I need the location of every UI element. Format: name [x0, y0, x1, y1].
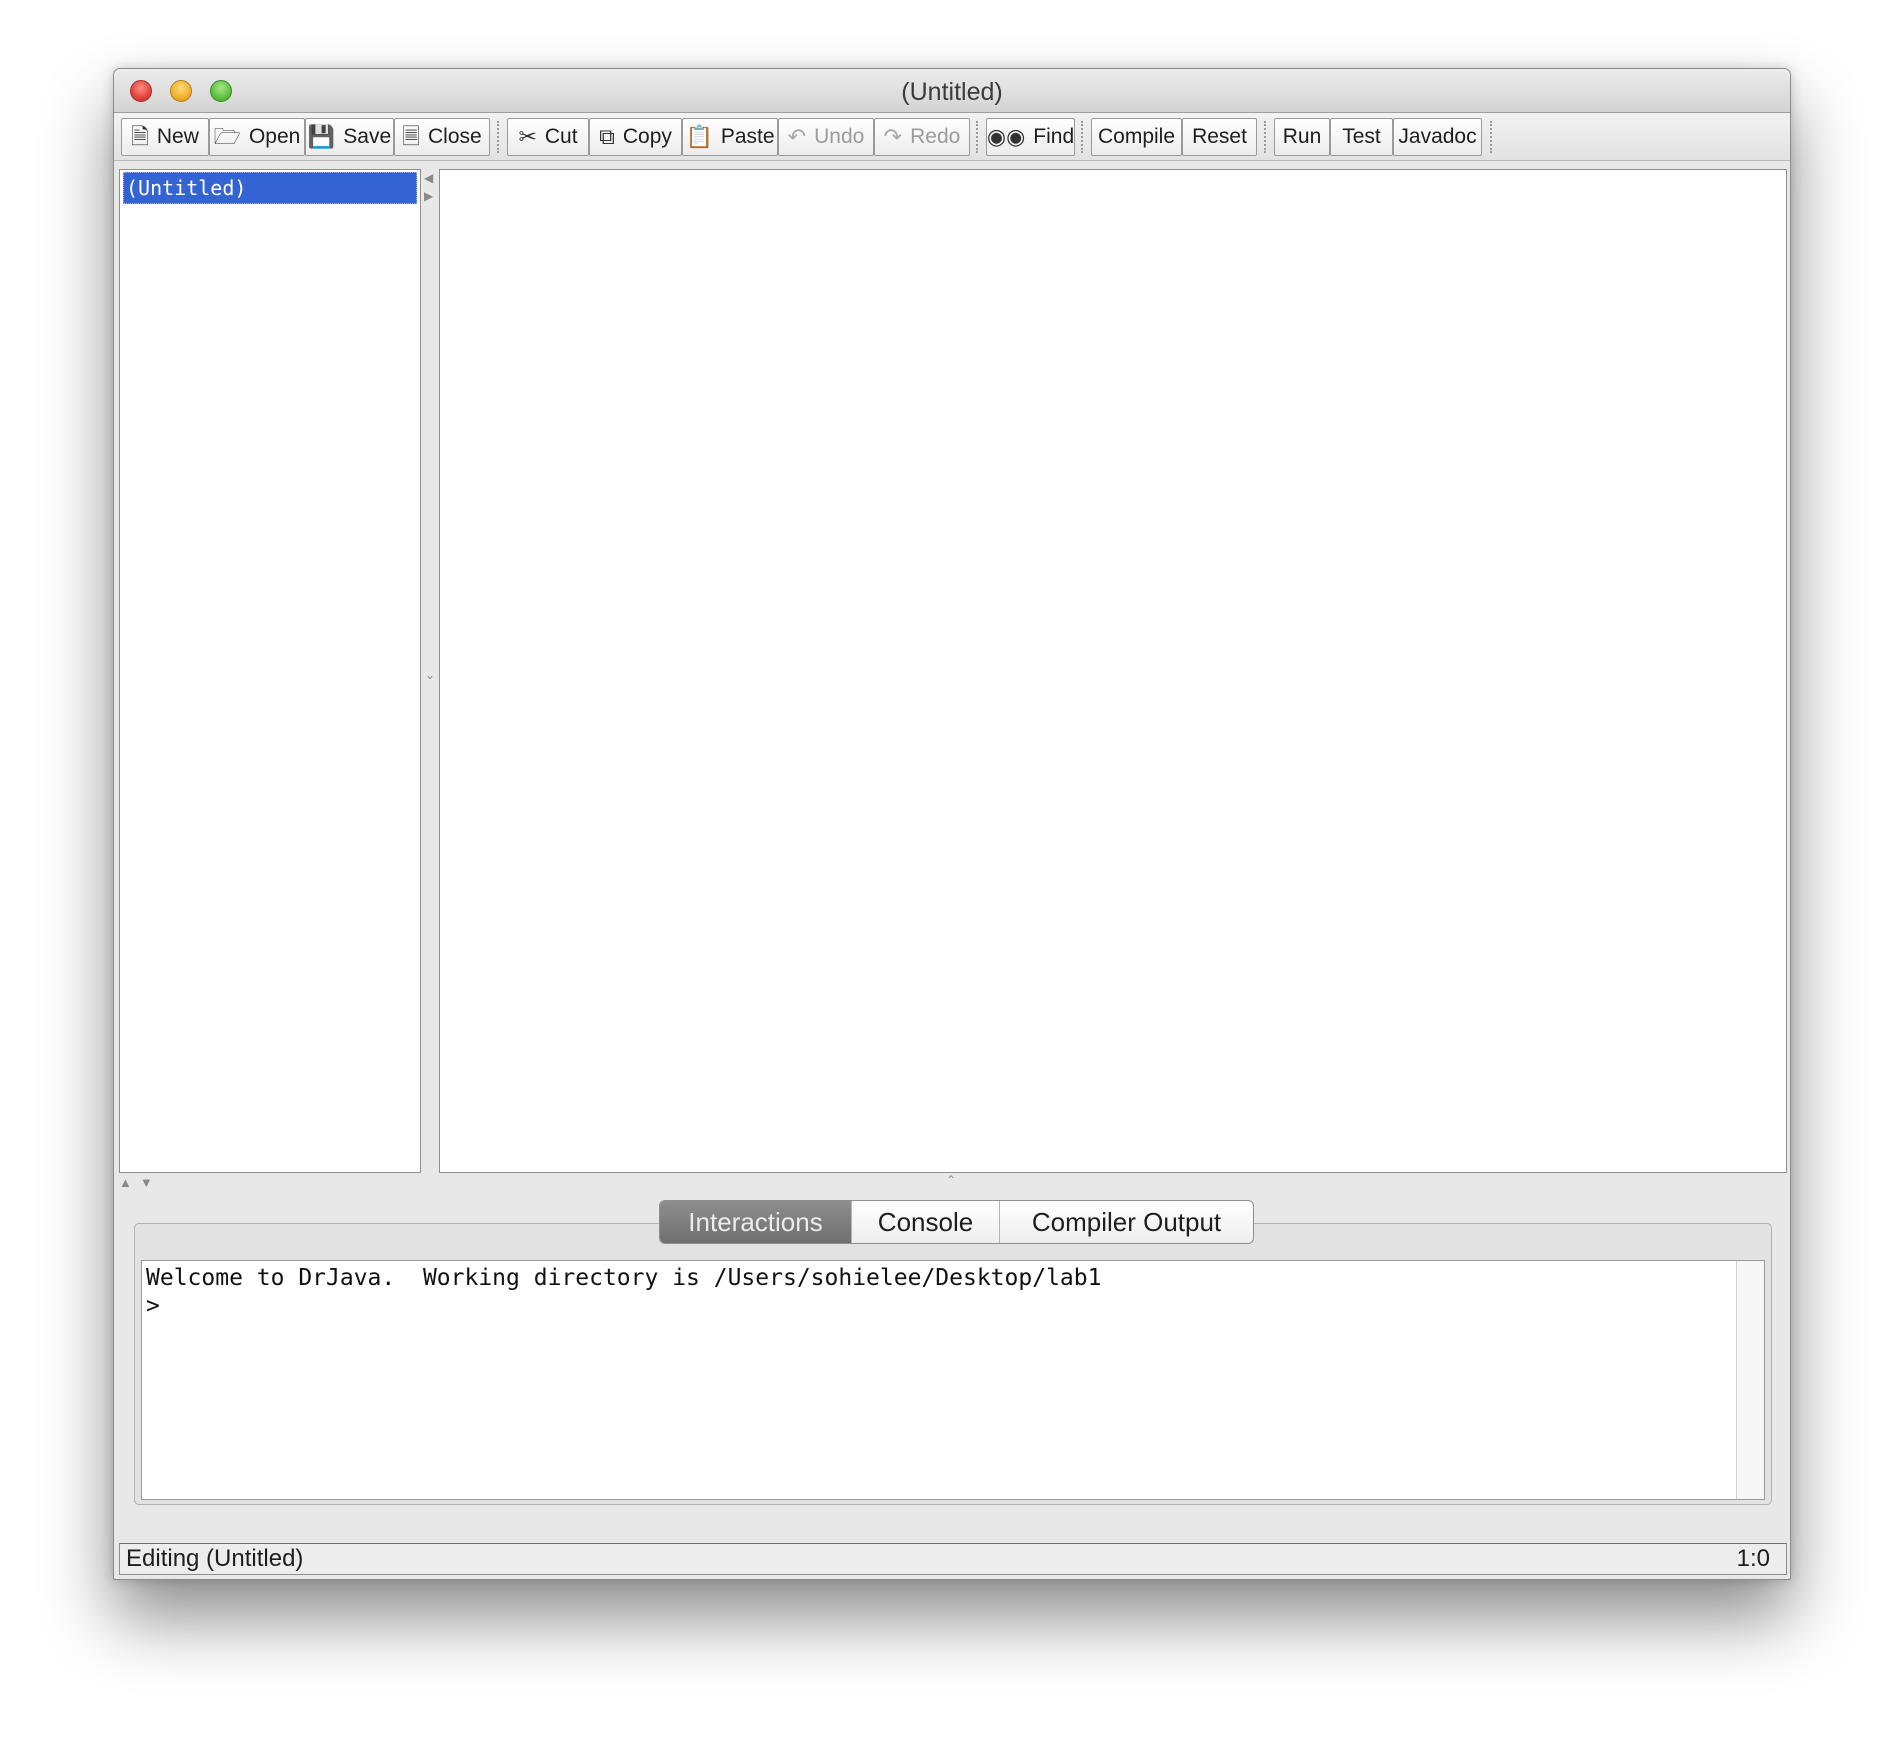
toolbar-separator	[1490, 121, 1492, 153]
open-button-label: Open	[248, 125, 301, 148]
main-toolbar: 🗎 New 🗁 Open 💾 Save 🗏 Close ✂ Cut ⧉ Copy…	[114, 113, 1790, 161]
interactions-pane[interactable]: Welcome to DrJava. Working directory is …	[141, 1260, 1765, 1500]
undo-arrow-icon: ↶	[787, 124, 807, 149]
scissors-icon: ✂	[518, 124, 537, 149]
toolbar-separator	[1264, 121, 1266, 153]
toolbar-separator	[497, 121, 499, 153]
title-bar[interactable]: (Untitled)	[114, 69, 1790, 113]
interactions-prompt[interactable]: >	[146, 1293, 160, 1319]
compile-button-label: Compile	[1097, 125, 1176, 148]
collapse-left-arrow-icon[interactable]: ◀	[424, 172, 433, 184]
redo-button[interactable]: ↷ Redo	[874, 118, 970, 156]
redo-arrow-icon: ↷	[883, 124, 903, 149]
javadoc-button-label: Javadoc	[1398, 125, 1477, 148]
paste-button[interactable]: 📋 Paste	[682, 118, 778, 156]
tab-interactions[interactable]: Interactions	[660, 1201, 851, 1243]
toolbar-separator	[1081, 121, 1083, 153]
status-text: Editing (Untitled)	[126, 1545, 304, 1572]
vertical-splitter-arrows[interactable]: ▲▼	[119, 1175, 161, 1190]
tab-console[interactable]: Console	[851, 1201, 999, 1243]
save-button-label: Save	[343, 125, 392, 148]
interactions-scrollbar[interactable]	[1736, 1261, 1764, 1499]
bottom-tab-bar: Interactions Console Compiler Output	[659, 1200, 1254, 1244]
cursor-position: 1:0	[1736, 1545, 1770, 1572]
reset-button[interactable]: Reset	[1182, 118, 1257, 156]
tab-compiler-output[interactable]: Compiler Output	[999, 1201, 1253, 1243]
vertical-splitter-grip-icon[interactable]: ⌃	[946, 1173, 956, 1187]
new-button-label: New	[156, 125, 199, 148]
compile-button[interactable]: Compile	[1091, 118, 1182, 156]
code-editor[interactable]	[439, 169, 1787, 1173]
copy-button-label: Copy	[622, 125, 672, 148]
binoculars-icon: ◉◉	[986, 124, 1026, 149]
expand-down-arrow-icon[interactable]: ▼	[140, 1175, 161, 1190]
close-button-label: Close	[428, 125, 482, 148]
undo-button[interactable]: ↶ Undo	[778, 118, 874, 156]
cut-button[interactable]: ✂ Cut	[507, 118, 589, 156]
welcome-message: Welcome to DrJava. Working directory is …	[146, 1265, 1102, 1291]
document-item-untitled[interactable]: (Untitled)	[123, 172, 417, 204]
reset-button-label: Reset	[1192, 125, 1247, 148]
open-button[interactable]: 🗁 Open	[209, 118, 305, 156]
run-button[interactable]: Run	[1274, 118, 1330, 156]
clipboard-icon: 📋	[685, 124, 713, 149]
redo-button-label: Redo	[910, 125, 961, 148]
open-folder-icon: 🗁	[213, 124, 241, 149]
cut-button-label: Cut	[544, 125, 578, 148]
javadoc-button[interactable]: Javadoc	[1393, 118, 1482, 156]
close-button[interactable]: 🗏 Close	[394, 118, 490, 156]
splitter-grip-icon: ⌄	[425, 668, 436, 682]
toolbar-separator	[976, 121, 978, 153]
test-button[interactable]: Test	[1330, 118, 1393, 156]
copy-icon: ⧉	[599, 124, 615, 149]
undo-button-label: Undo	[814, 125, 865, 148]
collapse-up-arrow-icon[interactable]: ▲	[119, 1175, 140, 1190]
run-button-label: Run	[1282, 125, 1322, 148]
copy-button[interactable]: ⧉ Copy	[589, 118, 682, 156]
drjava-window: (Untitled) 🗎 New 🗁 Open 💾 Save 🗏 Close ✂…	[113, 68, 1791, 1580]
status-bar: Editing (Untitled) 1:0	[119, 1543, 1787, 1575]
window-title: (Untitled)	[901, 78, 1003, 106]
paste-button-label: Paste	[720, 125, 775, 148]
new-document-icon: 🗎	[131, 124, 149, 149]
save-button[interactable]: 💾 Save	[305, 118, 394, 156]
expand-right-arrow-icon[interactable]: ▶	[424, 190, 433, 202]
find-button-label: Find	[1033, 125, 1075, 148]
new-button[interactable]: 🗎 New	[121, 118, 209, 156]
horizontal-splitter[interactable]: ◀ ▶ ⌄	[421, 169, 439, 1173]
document-list[interactable]: (Untitled)	[119, 169, 421, 1173]
find-button[interactable]: ◉◉ Find	[986, 118, 1075, 156]
close-document-icon: 🗏	[402, 124, 420, 149]
floppy-disk-icon: 💾	[307, 124, 336, 149]
test-button-label: Test	[1342, 125, 1381, 148]
